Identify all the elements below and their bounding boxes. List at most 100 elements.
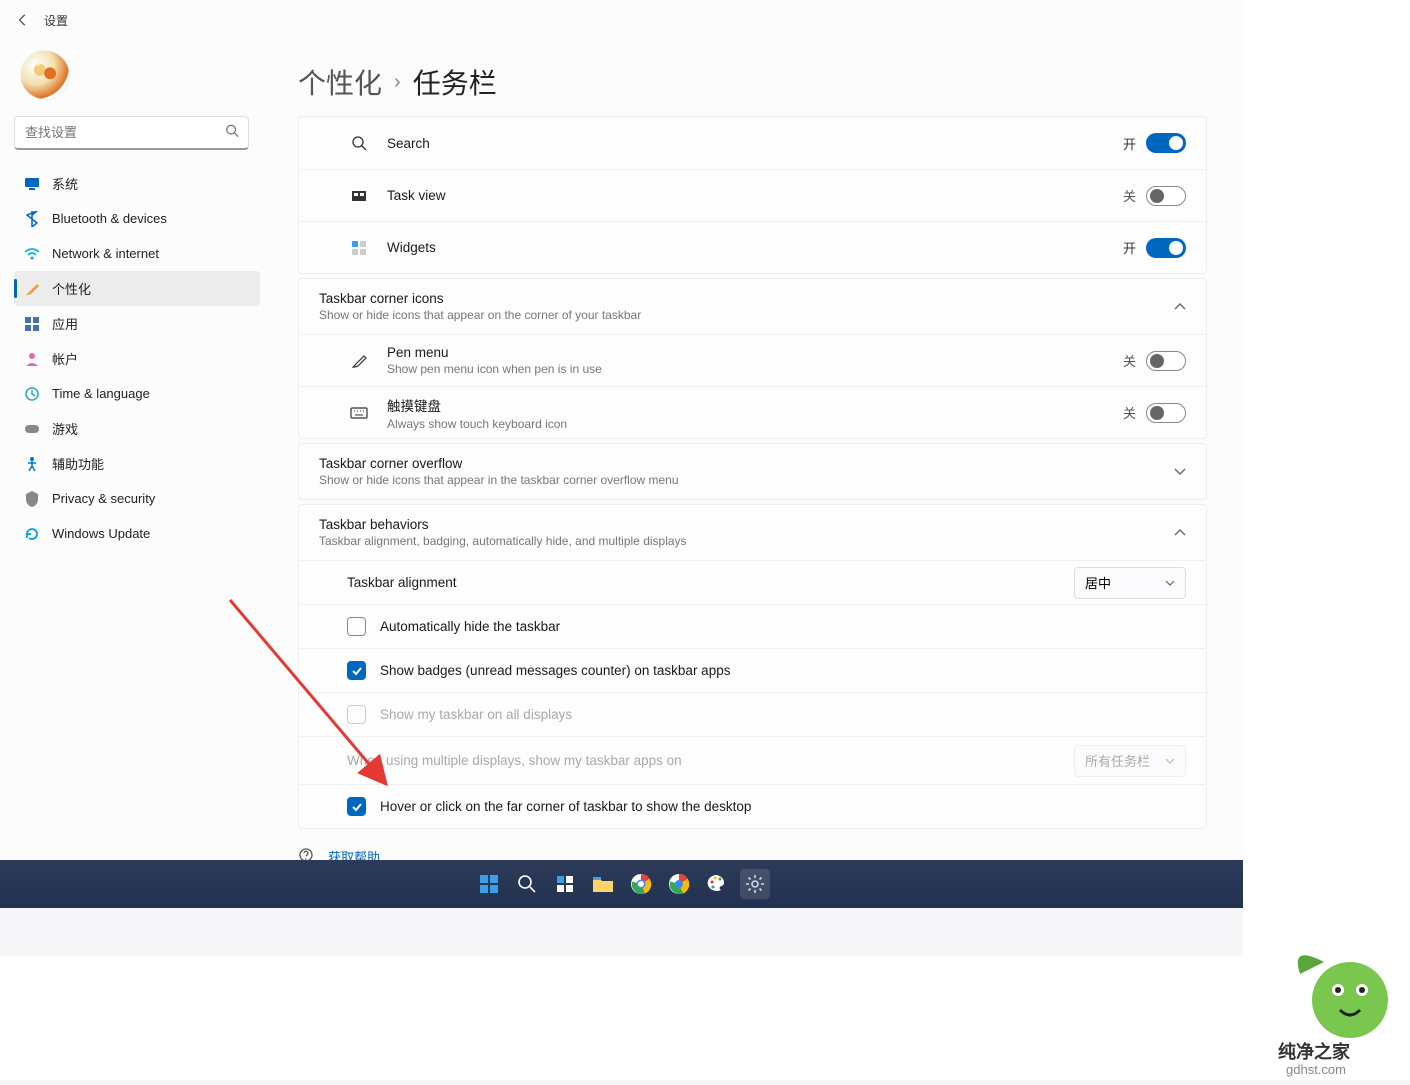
row-label: Show my taskbar on all displays	[380, 707, 572, 722]
row-widgets[interactable]: Widgets 开	[299, 221, 1206, 273]
user-avatar[interactable]	[20, 50, 70, 100]
row-auto-hide[interactable]: Automatically hide the taskbar	[299, 604, 1206, 648]
row-touch-keyboard[interactable]: 触摸键盘Always show touch keyboard icon 关	[299, 386, 1206, 438]
wifi-icon	[24, 246, 40, 262]
pen-menu-toggle[interactable]	[1146, 351, 1186, 371]
section-title: Taskbar corner icons	[319, 291, 1174, 306]
row-label: Search	[387, 136, 1123, 151]
taskbar-settings-icon[interactable]	[740, 869, 770, 899]
sidebar-item-label: 系统	[52, 174, 78, 193]
sidebar-item-label: Network & internet	[52, 246, 159, 261]
row-task-view[interactable]: Task view 关	[299, 169, 1206, 221]
widgets-toggle[interactable]	[1146, 238, 1186, 258]
gamepad-icon	[24, 421, 40, 437]
sidebar-item-gaming[interactable]: 游戏	[14, 411, 260, 446]
row-hover-corner[interactable]: Hover or click on the far corner of task…	[299, 784, 1206, 828]
bluetooth-icon	[24, 211, 40, 227]
row-label: Hover or click on the far corner of task…	[380, 799, 751, 814]
row-alignment: Taskbar alignment 居中	[299, 560, 1206, 604]
start-button[interactable]	[474, 869, 504, 899]
taskbar-chrome-icon[interactable]	[664, 869, 694, 899]
update-icon	[24, 526, 40, 542]
section-behaviors[interactable]: Taskbar behaviors Taskbar alignment, bad…	[299, 505, 1206, 560]
row-multi-display: When using multiple displays, show my ta…	[299, 736, 1206, 784]
dropdown-value: 居中	[1085, 573, 1111, 592]
person-icon	[24, 351, 40, 367]
keyboard-icon	[347, 401, 371, 425]
row-label: Automatically hide the taskbar	[380, 619, 560, 634]
row-pen-menu[interactable]: Pen menu Show pen menu icon when pen is i…	[299, 334, 1206, 386]
page-title: 任务栏	[413, 62, 497, 102]
widgets-icon	[347, 236, 371, 260]
monitor-icon	[24, 176, 40, 192]
row-label: Taskbar alignment	[347, 575, 1074, 590]
row-sublabel: Always show touch keyboard icon	[387, 417, 1123, 431]
sidebar-item-label: 辅助功能	[52, 454, 104, 473]
pen-icon	[347, 349, 371, 373]
sidebar-item-network[interactable]: Network & internet	[14, 236, 260, 271]
chevron-up-icon	[1174, 524, 1186, 542]
sidebar-item-label: 应用	[52, 314, 78, 333]
sidebar-item-label: Bluetooth & devices	[52, 211, 167, 226]
row-all-displays: Show my taskbar on all displays	[299, 692, 1206, 736]
search-icon	[225, 124, 239, 143]
toggle-state: 关	[1123, 351, 1136, 370]
row-badges[interactable]: Show badges (unread messages counter) on…	[299, 648, 1206, 692]
alignment-dropdown[interactable]: 居中	[1074, 567, 1186, 599]
section-title: Taskbar corner overflow	[319, 456, 1174, 471]
touch-keyboard-toggle[interactable]	[1146, 403, 1186, 423]
sidebar-item-bluetooth[interactable]: Bluetooth & devices	[14, 201, 260, 236]
sidebar-item-label: Time & language	[52, 386, 150, 401]
sidebar-item-time-language[interactable]: Time & language	[14, 376, 260, 411]
row-label: Widgets	[387, 240, 1123, 255]
taskview-icon	[347, 184, 371, 208]
windows-taskbar[interactable]	[0, 860, 1243, 908]
sidebar-item-label: 游戏	[52, 419, 78, 438]
toggle-state: 开	[1123, 238, 1136, 257]
row-label: Task view	[387, 188, 1123, 203]
taskbar-chrome-canary-icon[interactable]	[626, 869, 656, 899]
row-sublabel: Show pen menu icon when pen is in use	[387, 362, 1123, 376]
sidebar-item-accounts[interactable]: 帐户	[14, 341, 260, 376]
sidebar-item-update[interactable]: Windows Update	[14, 516, 260, 551]
row-label: When using multiple displays, show my ta…	[347, 753, 1074, 768]
search-icon	[347, 131, 371, 155]
shield-icon	[24, 491, 40, 507]
sidebar-item-system[interactable]: 系统	[14, 166, 260, 201]
dropdown-value: 所有任务栏	[1085, 751, 1150, 770]
toggle-state: 关	[1123, 403, 1136, 422]
breadcrumb-section[interactable]: 个性化	[298, 62, 382, 102]
back-button[interactable]	[14, 11, 32, 29]
breadcrumb: 个性化 › 任务栏	[298, 62, 1207, 102]
row-search[interactable]: Search 开	[299, 117, 1206, 169]
taskbar-search-icon[interactable]	[512, 869, 542, 899]
row-label: Pen menu	[387, 345, 1123, 360]
all-displays-checkbox	[347, 705, 366, 724]
multi-display-dropdown: 所有任务栏	[1074, 745, 1186, 777]
sidebar-item-label: 帐户	[52, 349, 78, 368]
sidebar-item-apps[interactable]: 应用	[14, 306, 260, 341]
section-corner-icons[interactable]: Taskbar corner icons Show or hide icons …	[299, 279, 1206, 334]
sidebar-item-label: Windows Update	[52, 526, 150, 541]
section-overflow[interactable]: Taskbar corner overflow Show or hide ico…	[299, 444, 1206, 499]
auto-hide-checkbox[interactable]	[347, 617, 366, 636]
search-input[interactable]	[14, 116, 249, 150]
sidebar-item-privacy[interactable]: Privacy & security	[14, 481, 260, 516]
chevron-down-icon	[1174, 463, 1186, 481]
chevron-up-icon	[1174, 298, 1186, 316]
search-box[interactable]	[14, 116, 249, 150]
taskbar-paint-icon[interactable]	[702, 869, 732, 899]
taskview-toggle[interactable]	[1146, 186, 1186, 206]
search-toggle[interactable]	[1146, 133, 1186, 153]
badges-checkbox[interactable]	[347, 661, 366, 680]
sidebar-item-label: 个性化	[52, 279, 91, 298]
section-title: Taskbar behaviors	[319, 517, 1174, 532]
sidebar-item-accessibility[interactable]: 辅助功能	[14, 446, 260, 481]
clock-lang-icon	[24, 386, 40, 402]
row-label: Show badges (unread messages counter) on…	[380, 663, 730, 678]
hover-corner-checkbox[interactable]	[347, 797, 366, 816]
section-subtitle: Show or hide icons that appear in the ta…	[319, 473, 1174, 487]
sidebar-item-personalization[interactable]: 个性化	[14, 271, 260, 306]
taskbar-widgets-icon[interactable]	[550, 869, 580, 899]
taskbar-explorer-icon[interactable]	[588, 869, 618, 899]
